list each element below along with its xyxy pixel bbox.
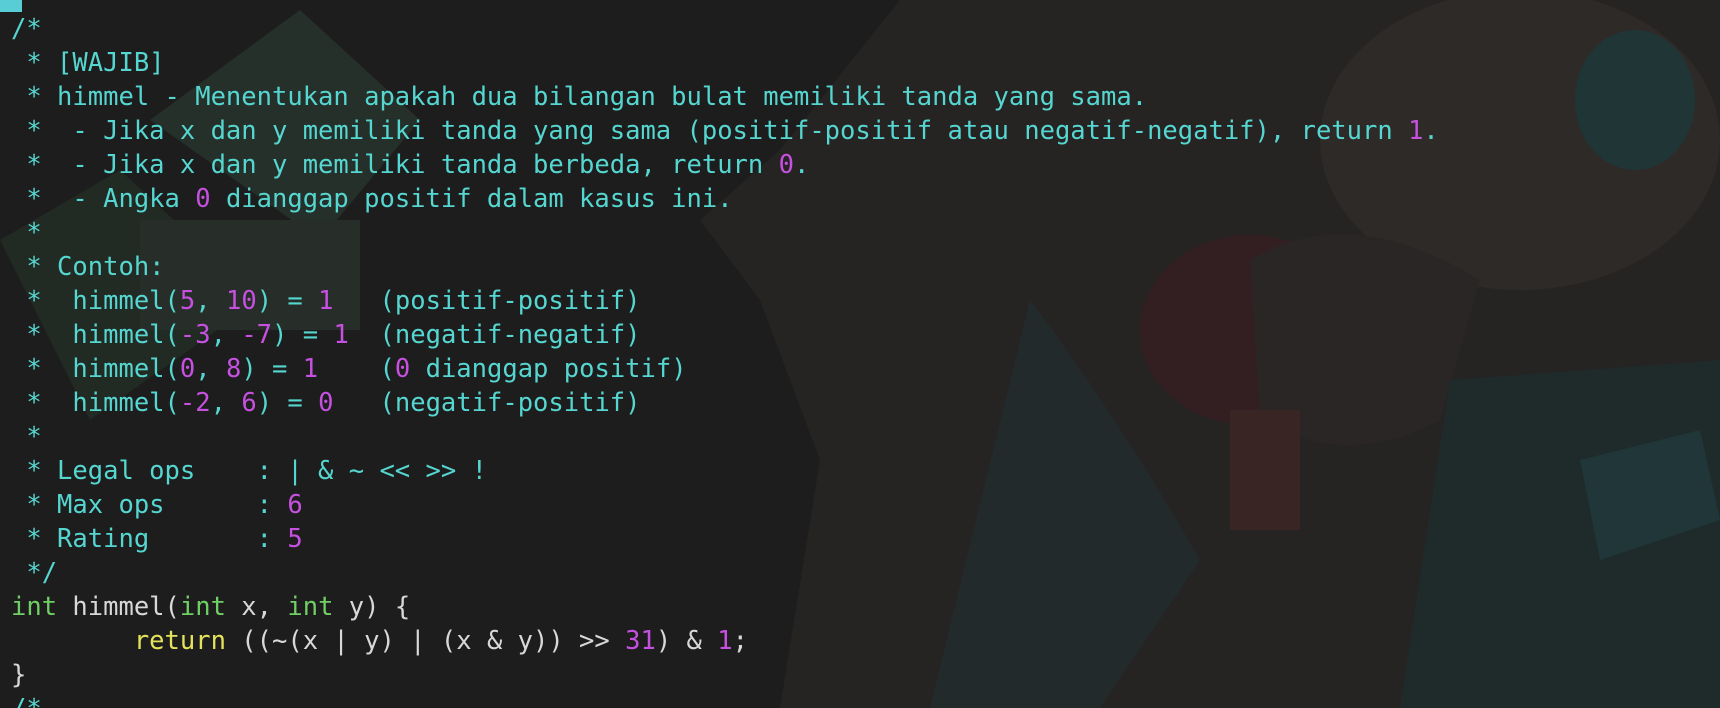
code-line[interactable]: } bbox=[11, 658, 26, 692]
terminal-window: /* * [WAJIB] * himmel - Menentukan apaka… bbox=[0, 0, 1720, 708]
code-token: * himmel( bbox=[11, 354, 180, 384]
code-line[interactable]: * himmel(-3, -7) = 1 (negatif-negatif) bbox=[11, 318, 641, 352]
code-line[interactable]: * - Jika x dan y memiliki tanda berbeda,… bbox=[11, 148, 809, 182]
code-line[interactable]: * - Jika x dan y memiliki tanda yang sam… bbox=[11, 114, 1439, 148]
code-token: . bbox=[1423, 116, 1439, 146]
code-token: * himmel( bbox=[11, 320, 180, 350]
code-line[interactable]: */ bbox=[11, 556, 57, 590]
code-token: * Max ops : bbox=[11, 490, 288, 520]
code-token: (negatif-positif) bbox=[333, 388, 641, 418]
code-token: 0 bbox=[394, 354, 411, 384]
code-token: 6 bbox=[287, 490, 303, 520]
code-token: * himmel( bbox=[11, 388, 180, 418]
code-token: 31 bbox=[625, 626, 656, 656]
code-line[interactable]: * - Angka 0 dianggap positif dalam kasus… bbox=[11, 182, 733, 216]
code-token: return bbox=[133, 626, 226, 656]
code-token: /* bbox=[11, 694, 42, 708]
code-token: ) = bbox=[256, 388, 319, 418]
code-token: 1 bbox=[717, 626, 733, 656]
code-token: /* bbox=[11, 14, 42, 44]
code-line[interactable]: int himmel(int x, int y) { bbox=[11, 590, 410, 624]
code-token: -3 bbox=[179, 320, 211, 350]
code-token: -7 bbox=[241, 320, 273, 350]
code-line[interactable]: /* bbox=[11, 12, 42, 46]
code-token: dianggap positif dalam kasus ini. bbox=[210, 184, 733, 214]
code-token: int bbox=[179, 592, 226, 622]
code-line[interactable]: * himmel(5, 10) = 1 (positif-positif) bbox=[11, 284, 641, 318]
code-line[interactable]: * Rating : 5 bbox=[11, 522, 303, 556]
code-token: ) & bbox=[655, 626, 718, 656]
text-cursor bbox=[0, 0, 22, 12]
code-line[interactable]: * himmel(-2, 6) = 0 (negatif-positif) bbox=[11, 386, 641, 420]
code-token: * [WAJIB] bbox=[11, 48, 165, 78]
code-line[interactable]: * himmel(0, 8) = 1 (0 dianggap positif) bbox=[11, 352, 687, 386]
code-line[interactable]: * Contoh: bbox=[11, 250, 165, 284]
code-token: ((~(x | y) | (x & y)) >> bbox=[225, 626, 626, 656]
code-token: * himmel( bbox=[11, 286, 180, 316]
code-editor[interactable]: /* * [WAJIB] * himmel - Menentukan apaka… bbox=[0, 0, 1720, 708]
code-token: */ bbox=[11, 558, 58, 588]
code-token: , bbox=[195, 354, 226, 384]
code-token: , bbox=[210, 388, 242, 418]
code-token: ) = bbox=[272, 320, 334, 350]
code-line[interactable]: * [WAJIB] bbox=[11, 46, 165, 80]
code-token: 0 bbox=[195, 184, 211, 214]
code-token: himmel( bbox=[57, 592, 180, 622]
code-token: ) = bbox=[256, 286, 319, 316]
code-token: 1 bbox=[318, 286, 334, 316]
code-token: 6 bbox=[241, 388, 257, 418]
code-token: 5 bbox=[179, 286, 196, 316]
code-token: * himmel - Menentukan apakah dua bilanga… bbox=[11, 82, 1148, 112]
code-token: int bbox=[11, 592, 58, 622]
code-token: (positif-positif) bbox=[333, 286, 641, 316]
code-token: y) { bbox=[333, 592, 411, 622]
code-token: ) = bbox=[241, 354, 303, 384]
code-token: dianggap positif) bbox=[410, 354, 687, 384]
code-token: , bbox=[195, 286, 226, 316]
code-token: 1 bbox=[302, 354, 319, 384]
code-token: * Legal ops : | & ~ << >> ! bbox=[11, 456, 487, 486]
code-token: * - Angka bbox=[11, 184, 196, 214]
code-token: 1 bbox=[333, 320, 349, 350]
code-token: -2 bbox=[179, 388, 211, 418]
code-token: 0 bbox=[318, 388, 334, 418]
code-line[interactable]: /* bbox=[11, 692, 42, 708]
code-token: (negatif-negatif) bbox=[348, 320, 641, 350]
code-token: . bbox=[793, 150, 810, 180]
code-line[interactable]: return ((~(x | y) | (x & y)) >> 31) & 1; bbox=[11, 624, 748, 658]
code-token: ; bbox=[732, 626, 748, 656]
code-token: 8 bbox=[225, 354, 242, 384]
code-line[interactable]: * Max ops : 6 bbox=[11, 488, 303, 522]
code-token: 5 bbox=[287, 524, 303, 554]
code-token: 1 bbox=[1408, 116, 1424, 146]
code-line[interactable]: * himmel - Menentukan apakah dua bilanga… bbox=[11, 80, 1147, 114]
code-token: 10 bbox=[225, 286, 257, 316]
code-token: 0 bbox=[179, 354, 196, 384]
code-token: int bbox=[287, 592, 334, 622]
code-token: * Rating : bbox=[11, 524, 288, 554]
code-token: * bbox=[11, 218, 42, 248]
code-line[interactable]: * bbox=[11, 216, 42, 250]
code-token: * bbox=[11, 422, 42, 452]
code-token: * Contoh: bbox=[11, 252, 165, 282]
code-line[interactable]: * Legal ops : | & ~ << >> ! bbox=[11, 454, 487, 488]
code-token: 0 bbox=[778, 150, 794, 180]
code-token: , bbox=[210, 320, 242, 350]
code-token: } bbox=[11, 660, 27, 690]
code-line[interactable]: * bbox=[11, 420, 42, 454]
code-token: ( bbox=[318, 354, 395, 384]
code-token: * - Jika x dan y memiliki tanda yang sam… bbox=[11, 116, 1409, 146]
code-token: x, bbox=[225, 592, 288, 622]
code-token: * - Jika x dan y memiliki tanda berbeda,… bbox=[11, 150, 779, 180]
